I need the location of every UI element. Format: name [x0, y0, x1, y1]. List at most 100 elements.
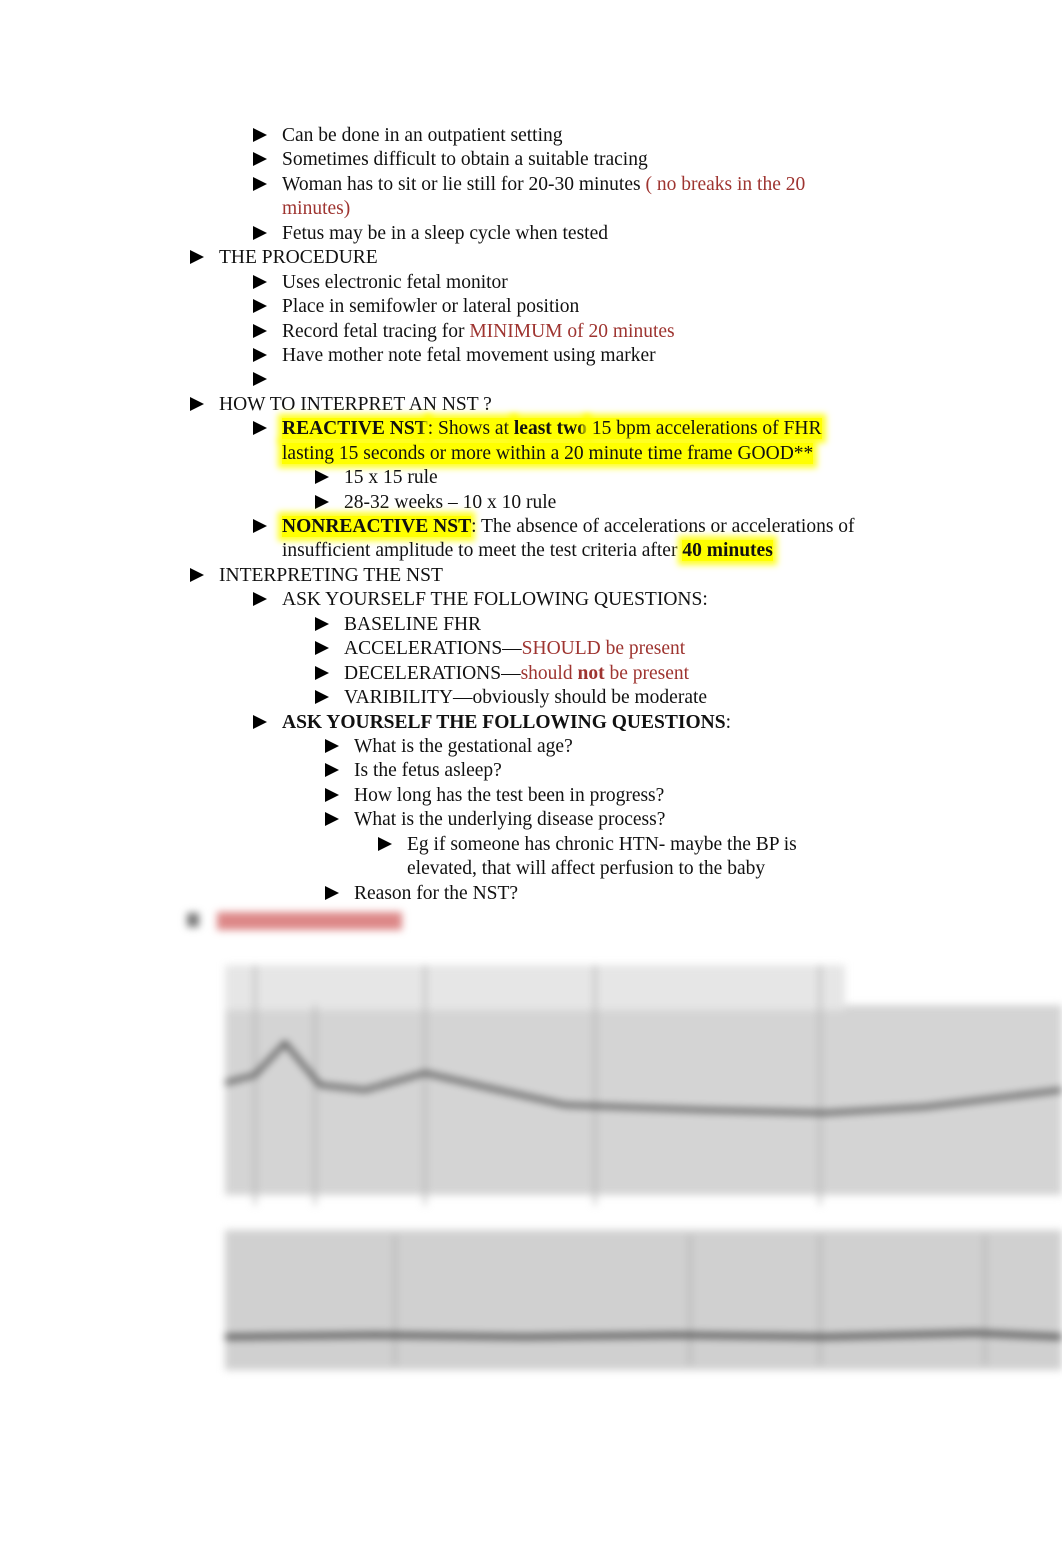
list-item: ACCELERATIONS—SHOULD be present	[0, 637, 1062, 661]
text-run: 15 x 15 rule	[344, 467, 438, 489]
list-item-text: 15 x 15 rule	[344, 466, 438, 490]
list-item: 28-32 weeks – 10 x 10 rule	[0, 491, 1062, 515]
uc-trace	[225, 1330, 1062, 1340]
triangle-bullet-icon	[253, 299, 267, 314]
text-run: How long has the test been in progress?	[354, 784, 665, 806]
text-run: minutes)	[282, 198, 351, 220]
list-item-text: NONREACTIVE NST: The absence of accelera…	[282, 515, 855, 539]
text-run: THE PROCEDURE	[219, 247, 378, 269]
list-item: BASELINE FHR	[0, 613, 1062, 637]
text-run: REACTIVE NST	[282, 418, 428, 440]
list-item-text: elevated, that will affect perfusion to …	[407, 857, 765, 881]
triangle-bullet-icon	[253, 519, 267, 533]
list-item-text: 28-32 weeks – 10 x 10 rule	[344, 491, 556, 515]
list-item-text: Can be done in an outpatient setting	[282, 124, 563, 148]
list-item: Have mother note fetal movement using ma…	[0, 344, 1062, 368]
list-item-text: How long has the test been in progress?	[354, 784, 664, 808]
list-item: Sometimes difficult to obtain a suitable…	[0, 148, 1062, 172]
text-run: SHOULD be present	[521, 638, 686, 660]
text-run: : Shows at	[427, 418, 514, 440]
list-item-text: ASK YOURSELF THE FOLLOWING QUESTIONS:	[282, 711, 731, 735]
text-run: NONREACTIVE NST	[282, 516, 472, 537]
text-run: DECELERATIONS—	[344, 662, 521, 684]
list-item-text: Have mother note fetal movement using ma…	[282, 344, 656, 368]
text-run: MINIMUM of 20 minutes	[469, 320, 675, 342]
list-item: minutes)	[0, 197, 1062, 221]
triangle-bullet-icon	[325, 885, 339, 900]
text-run: Fetus may be in a sleep cycle when teste…	[282, 222, 608, 244]
triangle-bullet-icon	[253, 152, 267, 167]
list-item: ASK YOURSELF THE FOLLOWING QUESTIONS:	[0, 711, 1062, 735]
text-run: Sometimes difficult to obtain a suitable…	[282, 149, 648, 171]
list-item	[0, 368, 1062, 392]
list-item-text: Uses electronic fetal monitor	[282, 271, 508, 295]
blurred-heading-text	[217, 912, 402, 930]
list-item: What is the gestational age?	[0, 735, 1062, 759]
list-item: Uses electronic fetal monitor	[0, 271, 1062, 295]
list-item: Eg if someone has chronic HTN- maybe the…	[0, 833, 1062, 857]
text-run: lasting 15 seconds or more within a 20 m…	[282, 442, 814, 464]
text-run: Record fetal tracing for	[282, 320, 470, 342]
list-item-text: INTERPRETING THE NST	[219, 564, 443, 588]
list-item-text: REACTIVE NST: Shows at least two 15 bpm …	[282, 417, 822, 441]
triangle-bullet-icon	[253, 225, 267, 240]
text-run: Have mother note fetal movement using ma…	[282, 344, 656, 366]
triangle-bullet-icon	[253, 592, 267, 607]
triangle-bullet-icon	[325, 787, 339, 802]
list-item: Reason for the NST?	[0, 882, 1062, 906]
list-item: Fetus may be in a sleep cycle when teste…	[0, 222, 1062, 246]
text-run: ASK YOURSELF THE FOLLOWING QUESTIONS:	[282, 589, 708, 611]
list-item-text: VARIBILITY—obviously should be moderate	[344, 686, 707, 710]
triangle-bullet-icon	[253, 372, 267, 387]
text-run: Is the fetus asleep?	[354, 760, 502, 782]
list-item-text: ASK YOURSELF THE FOLLOWING QUESTIONS:	[282, 588, 708, 612]
text-run: insufficient amplitude to meet the test …	[282, 540, 683, 562]
list-item: HOW TO INTERPRET AN NST ?	[0, 393, 1062, 417]
list-item: NONREACTIVE NST: The absence of accelera…	[0, 515, 1062, 539]
list-item-text: Sometimes difficult to obtain a suitable…	[282, 148, 648, 172]
list-item: Can be done in an outpatient setting	[0, 124, 1062, 148]
list-item-text: Is the fetus asleep?	[354, 759, 502, 783]
text-run: Woman has to sit or lie still for 20-30 …	[282, 173, 646, 195]
text-run: be present	[604, 662, 690, 684]
triangle-bullet-icon	[190, 250, 204, 265]
triangle-bullet-icon	[315, 494, 329, 509]
list-item-text: Woman has to sit or lie still for 20-30 …	[282, 173, 805, 197]
list-item: How long has the test been in progress?	[0, 784, 1062, 808]
list-item: THE PROCEDURE	[0, 246, 1062, 270]
triangle-bullet-icon	[325, 738, 339, 753]
list-item: VARIBILITY—obviously should be moderate	[0, 686, 1062, 710]
text-run: Uses electronic fetal monitor	[282, 271, 508, 293]
text-run: ASK YOURSELF THE FOLLOWING QUESTIONS	[282, 711, 726, 733]
triangle-bullet-icon	[253, 421, 267, 436]
list-item-text: What is the gestational age?	[354, 735, 573, 759]
text-run: not	[577, 662, 605, 684]
text-run: 28-32 weeks – 10 x 10 rule	[344, 491, 557, 513]
text-run: should	[520, 662, 578, 684]
list-item-text: Place in semifowler or lateral position	[282, 295, 579, 319]
list-item-text: Reason for the NST?	[354, 882, 518, 906]
list-item: Woman has to sit or lie still for 20-30 …	[0, 173, 1062, 197]
list-item: INTERPRETING THE NST	[0, 564, 1062, 588]
triangle-bullet-icon	[378, 836, 392, 851]
strip-header	[225, 965, 845, 1010]
uc-grid	[225, 1230, 1062, 1370]
list-item-text: insufficient amplitude to meet the test …	[282, 539, 773, 563]
list-item: Record fetal tracing for MINIMUM of 20 m…	[0, 320, 1062, 344]
list-item: Is the fetus asleep?	[0, 759, 1062, 783]
fetal-monitor-strip-image	[225, 965, 1062, 1370]
bullet-icon	[187, 913, 199, 927]
list-item: Place in semifowler or lateral position	[0, 295, 1062, 319]
text-run: What is the gestational age?	[354, 735, 573, 757]
text-run: least two	[513, 418, 587, 440]
text-run: elevated, that will affect perfusion to …	[407, 858, 766, 880]
text-run: ( no breaks in the 20	[645, 173, 806, 195]
triangle-bullet-icon	[190, 567, 204, 582]
triangle-bullet-icon	[253, 323, 267, 338]
triangle-bullet-icon	[325, 763, 339, 778]
document-body: Can be done in an outpatient setting Some…	[0, 124, 1062, 906]
triangle-bullet-icon	[253, 347, 267, 362]
blurred-figure-heading	[185, 908, 410, 934]
text-run: :	[725, 711, 731, 733]
text-run: 15 bpm accelerations of FHR	[587, 418, 822, 440]
